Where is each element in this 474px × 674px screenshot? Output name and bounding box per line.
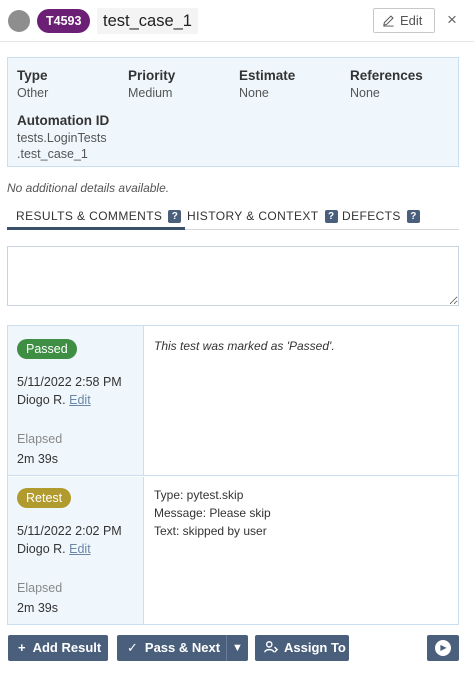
field-automation-id-line1: tests.LoginTests [17,131,107,145]
no-details-text: No additional details available. [7,181,170,195]
result-comment: This test was marked as 'Passed'. [154,339,335,353]
field-estimate-value: None [239,86,269,100]
pencil-icon [383,15,394,27]
results-list: Passed 5/11/2022 2:58 PM Diogo R. Edit E… [7,325,459,625]
edit-button-label: Edit [400,13,423,28]
status-badge: Retest [17,488,72,508]
result-timestamp: 5/11/2022 2:58 PM [17,375,122,389]
result-user-line: Diogo R. Edit [17,541,91,557]
field-estimate: Estimate None [239,67,295,101]
help-icon[interactable]: ? [168,210,182,223]
elapsed-label: Elapsed [17,581,63,595]
elapsed-label: Elapsed [17,432,63,446]
tab-defects[interactable]: DEFECTS? [342,206,420,230]
result-user: Diogo R. [17,393,66,407]
field-references: References None [350,67,423,101]
field-priority: Priority Medium [128,67,175,101]
field-automation-id-label: Automation ID [17,113,110,128]
header-bar: T4593 test_case_1 Edit × [0,0,474,42]
play-button[interactable]: ▶ [427,635,459,661]
field-references-value: None [350,86,380,100]
case-id-badge: T4593 [37,9,91,33]
field-automation-id: Automation ID tests.LoginTests .test_cas… [17,112,109,162]
tab-history-context-label: HISTORY & CONTEXT [187,209,319,223]
assign-user-icon [264,641,279,653]
add-result-label: Add Result [32,640,102,655]
help-icon[interactable]: ? [406,210,420,223]
chevron-down-icon[interactable]: ▼ [226,635,248,661]
result-user: Diogo R. [17,542,66,556]
tab-history-context[interactable]: HISTORY & CONTEXT? [187,206,338,230]
tab-bar: RESULTS & COMMENTS? HISTORY & CONTEXT? D… [7,206,459,230]
field-type-label: Type [17,68,48,83]
case-title: test_case_1 [97,8,198,34]
field-type-value: Other [17,86,49,100]
check-icon: ✓ [127,640,138,655]
tab-defects-label: DEFECTS [342,209,401,223]
result-detail-text: Text: skipped by user [154,524,267,538]
status-badge: Passed [17,339,77,359]
elapsed-value: 2m 39s [17,601,58,615]
result-timestamp: 5/11/2022 2:02 PM [17,524,122,538]
status-indicator [8,10,30,32]
field-estimate-label: Estimate [239,68,296,83]
result-meta: Retest 5/11/2022 2:02 PM Diogo R. Edit E… [8,477,144,624]
result-comment-area: This test was marked as 'Passed'. [145,326,458,475]
result-comment-area: Type: pytest.skip Message: Please skip T… [145,477,458,624]
comment-input[interactable] [7,246,459,306]
pass-next-label: Pass & Next [144,640,221,655]
result-edit-link[interactable]: Edit [69,393,91,407]
assign-to-button[interactable]: Assign To [255,635,349,661]
elapsed-value: 2m 39s [17,452,58,466]
field-priority-value: Medium [128,86,173,100]
field-automation-id-line2: .test_case_1 [17,147,88,161]
result-entry: Passed 5/11/2022 2:58 PM Diogo R. Edit E… [8,326,458,476]
edit-button[interactable]: Edit [373,8,435,33]
assign-to-label: Assign To [284,640,346,655]
field-type: Type Other [17,67,48,101]
play-icon: ▶ [435,640,451,656]
result-detail-message: Message: Please skip [154,506,271,520]
close-icon[interactable]: × [444,9,460,31]
result-edit-link[interactable]: Edit [69,542,91,556]
field-priority-label: Priority [128,68,176,83]
plus-icon: + [18,640,26,655]
pass-next-button[interactable]: ✓ Pass & Next ▼ [117,635,248,661]
result-meta: Passed 5/11/2022 2:58 PM Diogo R. Edit E… [8,326,144,475]
result-user-line: Diogo R. Edit [17,392,91,408]
case-details-panel: Type Other Priority Medium Estimate None… [7,57,459,167]
tab-results-comments-label: RESULTS & COMMENTS [16,209,163,223]
add-result-button[interactable]: + Add Result [8,635,108,661]
tab-results-comments[interactable]: RESULTS & COMMENTS? [7,206,186,230]
field-references-label: References [350,68,423,83]
help-icon[interactable]: ? [324,210,338,223]
result-entry: Retest 5/11/2022 2:02 PM Diogo R. Edit E… [8,477,458,624]
result-detail-type: Type: pytest.skip [154,488,244,502]
